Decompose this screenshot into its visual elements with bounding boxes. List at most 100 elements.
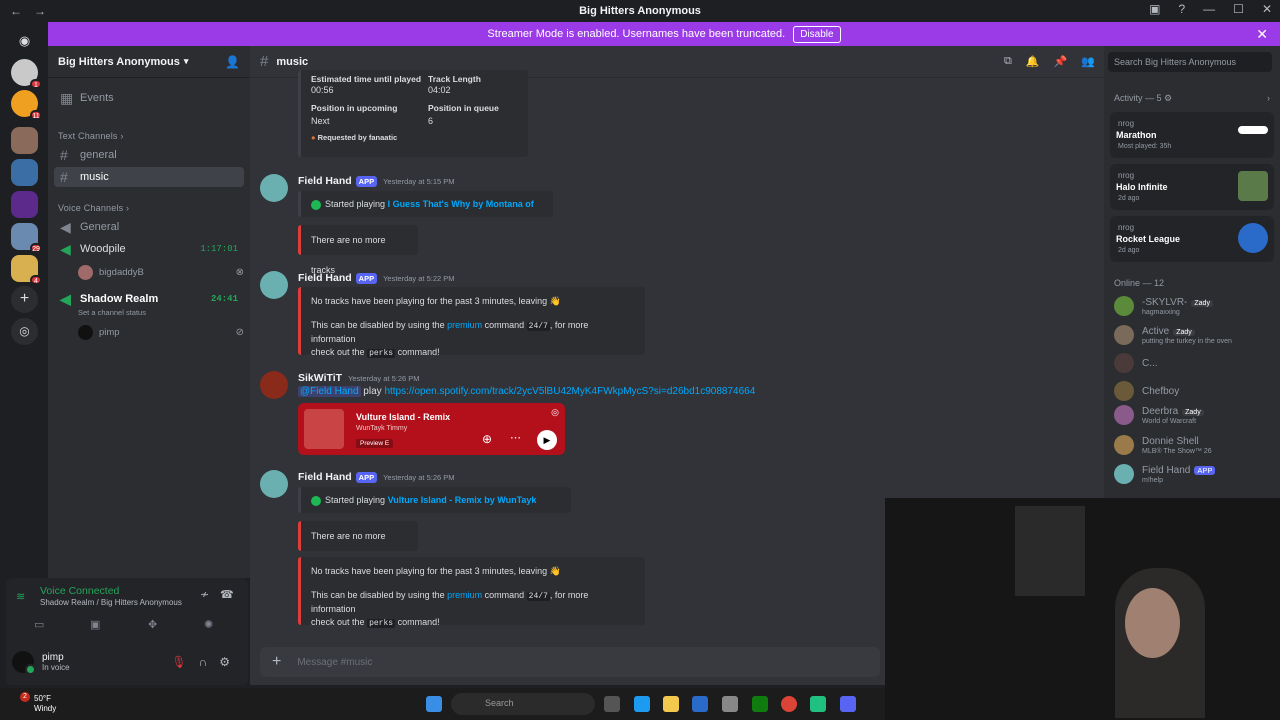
channel-status[interactable]: Set a channel status <box>78 308 146 317</box>
spotify-artist[interactable]: WunTayk Timmy <box>356 425 407 432</box>
more-options-icon[interactable]: ⋯ <box>510 431 521 444</box>
embed-text: This can be disabled by using the <box>311 320 445 330</box>
category-text-channels[interactable]: Text Channels › <box>58 131 124 141</box>
voice-user-bigdaddyb[interactable]: bigdaddyB ⊗ <box>78 263 244 281</box>
activities-icon[interactable]: ✥ <box>148 618 157 631</box>
settings-icon[interactable] <box>722 696 738 712</box>
voice-user-pimp[interactable]: pimp ⊘ <box>78 323 244 341</box>
task-view-icon[interactable] <box>604 696 620 712</box>
weather-widget[interactable]: 50°F Windy <box>34 694 56 714</box>
events-item[interactable]: ▦ Events <box>54 88 244 108</box>
app-icon[interactable] <box>810 696 826 712</box>
author-name[interactable]: Field Hand <box>298 272 352 284</box>
add-attachment-icon[interactable]: + <box>272 653 281 671</box>
inbox-icon[interactable]: ▣ <box>1149 2 1160 16</box>
xbox-app-icon[interactable] <box>752 696 768 712</box>
twitter-icon[interactable] <box>634 696 650 712</box>
server-icon[interactable] <box>11 159 38 186</box>
play-button[interactable]: ▶ <box>537 430 557 450</box>
file-explorer-icon[interactable] <box>663 696 679 712</box>
discover-icon[interactable]: ◎ <box>11 318 38 345</box>
member-item[interactable]: -SKYLVR- Zady hagmaxxing <box>1114 293 1274 319</box>
store-icon[interactable] <box>692 696 708 712</box>
member-item[interactable]: Field Hand APP m!help <box>1114 461 1274 487</box>
embed-label: Estimated time until played <box>311 74 422 84</box>
avatar[interactable] <box>260 174 288 202</box>
activity-header[interactable]: Activity — 5 ⚙ › <box>1114 93 1270 104</box>
avatar[interactable] <box>260 271 288 299</box>
composer-placeholder[interactable]: Message #music <box>297 657 372 668</box>
invite-people-icon[interactable]: 👤 <box>225 55 240 69</box>
member-item[interactable]: Chefboy <box>1114 378 1274 404</box>
spotify-url-link[interactable]: https://open.spotify.com/track/2ycV5lBU4… <box>384 386 755 397</box>
taskbar-search[interactable]: Search <box>451 693 595 715</box>
settings-gear-icon[interactable]: ⚙ <box>219 655 230 669</box>
noise-suppression-icon[interactable]: ≁ <box>200 588 209 601</box>
add-track-icon[interactable]: ⊕ <box>482 432 492 446</box>
headphones-icon[interactable]: ∩ <box>199 655 208 669</box>
mention[interactable]: @Field Hand <box>298 386 361 397</box>
author-name[interactable]: Field Hand <box>298 175 352 187</box>
member-name: Deerbra <box>1142 405 1179 417</box>
discord-home-icon[interactable]: ◉ <box>11 27 38 54</box>
threads-icon[interactable]: ⧉ <box>1004 55 1012 68</box>
discord-app-icon[interactable] <box>840 696 856 712</box>
notification-bell-icon[interactable]: 🔔 <box>1026 55 1040 68</box>
channel-music[interactable]: # music <box>54 167 244 187</box>
member-item[interactable]: Donnie Shell MLB® The Show™ 26 <box>1114 432 1274 458</box>
avatar <box>78 264 93 280</box>
server-icon[interactable]: 1 <box>11 59 42 89</box>
close-banner-icon[interactable]: ✕ <box>1256 26 1268 43</box>
soundboard-icon[interactable]: ✺ <box>204 618 213 631</box>
windows-start-icon[interactable] <box>426 696 442 712</box>
server-icon[interactable] <box>11 191 38 218</box>
server-icon[interactable]: 29 <box>11 223 42 253</box>
channel-general[interactable]: # general <box>54 145 244 165</box>
disconnect-icon[interactable]: ☎ <box>220 588 234 601</box>
weather-badge: 2 <box>20 692 30 702</box>
spotify-track-title[interactable]: Vulture Island - Remix <box>356 412 450 422</box>
search-input[interactable]: Search Big Hitters Anonymous <box>1108 52 1272 72</box>
activity-card[interactable]: nrog Rocket League 2d ago <box>1110 216 1274 262</box>
message-composer[interactable]: + Message #music <box>260 647 880 677</box>
voice-connected-title[interactable]: Voice Connected <box>40 585 119 597</box>
author-name[interactable]: Field Hand <box>298 471 352 483</box>
chrome-icon[interactable] <box>781 696 797 712</box>
activity-card[interactable]: nrog Marathon Most played: 35h <box>1110 112 1274 158</box>
screenshare-icon[interactable]: ▣ <box>90 618 100 631</box>
avatar[interactable] <box>260 371 288 399</box>
category-voice-channels[interactable]: Voice Channels › <box>58 203 129 213</box>
user-panel[interactable]: pimp In voice 🎙 ∩ ⚙ <box>12 647 242 677</box>
guild-header[interactable]: Big Hitters Anonymous ▾ 👤 <box>48 46 250 78</box>
add-server-icon[interactable]: + <box>11 286 38 313</box>
voice-channel-woodpile[interactable]: ◀ Woodpile 1:17:01 <box>54 239 244 259</box>
author-name[interactable]: SikWiTiT <box>298 372 342 384</box>
minimize-button[interactable]: — <box>1203 2 1215 16</box>
spotify-icon <box>311 495 321 506</box>
camera-icon[interactable]: ▭ <box>34 618 44 631</box>
app-badge: APP <box>1194 465 1216 475</box>
help-icon[interactable]: ? <box>1178 2 1185 16</box>
activity-card[interactable]: nrog Halo Infinite 2d ago <box>1110 164 1274 210</box>
close-window-button[interactable]: ✕ <box>1262 2 1272 16</box>
member-list-icon[interactable]: 👥 <box>1081 55 1095 68</box>
member-item[interactable]: C... <box>1114 350 1274 376</box>
disable-streamer-mode-button[interactable]: Disable <box>793 25 841 43</box>
server-icon[interactable] <box>11 127 38 154</box>
premium-link[interactable]: premium <box>447 590 482 600</box>
member-status: putting the turkey in the oven <box>1142 337 1232 345</box>
voice-channel-general[interactable]: ◀ General <box>54 217 244 237</box>
pinned-icon[interactable]: 📌 <box>1054 55 1068 68</box>
speaker-icon: ◀ <box>60 218 71 235</box>
voice-channel-shadow-realm[interactable]: ◀ Shadow Realm 24:41 <box>54 289 244 309</box>
embed-text: command <box>484 590 525 600</box>
mic-muted-icon[interactable]: 🎙 <box>171 655 186 669</box>
maximize-button[interactable]: ☐ <box>1233 2 1244 16</box>
server-icon[interactable]: 11 <box>11 90 42 120</box>
avatar[interactable] <box>260 470 288 498</box>
server-icon[interactable]: 4 <box>11 255 42 285</box>
premium-link[interactable]: premium <box>447 320 482 330</box>
member-item[interactable]: Active Zady putting the turkey in the oven <box>1114 322 1274 348</box>
spotify-embed[interactable]: Vulture Island - Remix WunTayk Timmy Pre… <box>298 403 565 455</box>
member-item[interactable]: Deerbra Zady World of Warcraft <box>1114 402 1274 428</box>
